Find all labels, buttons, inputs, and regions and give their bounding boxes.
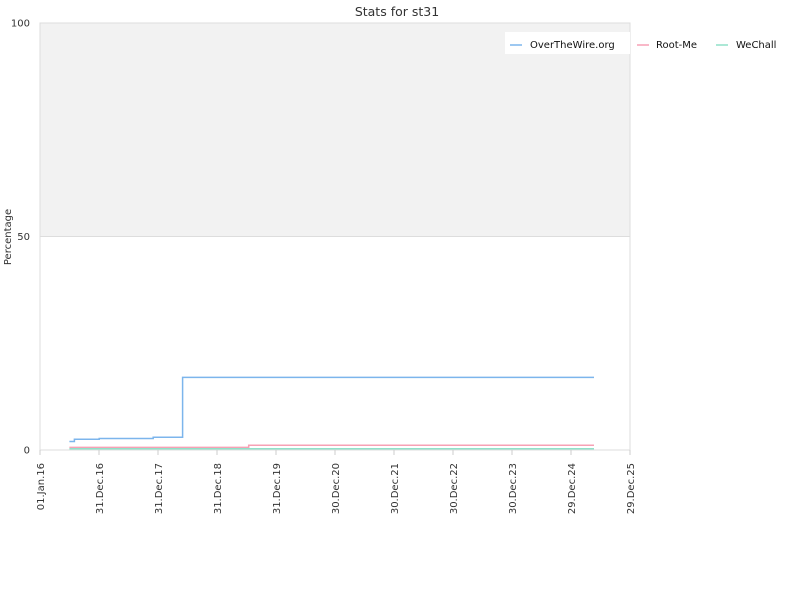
x-tick-label: 31.Dec.17 — [154, 463, 165, 514]
legend: OverTheWire.org Root-Me WeChall — [505, 32, 776, 54]
x-tick-label: 30.Dec.21 — [390, 463, 401, 514]
y-tick-label: 0 — [24, 446, 30, 457]
legend-item-2: WeChall — [736, 40, 776, 51]
x-tick-label: 29.Dec.24 — [567, 463, 578, 514]
y-axis-label: Percentage — [3, 209, 14, 265]
legend-item-0: OverTheWire.org — [530, 40, 615, 51]
series-line-0 — [69, 376, 594, 443]
x-tick-label: 31.Dec.19 — [272, 463, 283, 514]
plot-upper-band — [40, 23, 630, 237]
y-tick-label: 50 — [17, 232, 30, 243]
x-tick-label: 01.Jan.16 — [36, 463, 47, 510]
y-tick-label: 100 — [11, 19, 30, 30]
series-group — [69, 376, 594, 450]
x-tick-label: 31.Dec.18 — [213, 463, 224, 514]
chart-title: Stats for st31 — [355, 4, 439, 19]
chart: 0 50 100 01.Jan.16 31.Dec.16 31.Dec.17 31.Dec… — [3, 4, 776, 514]
series-line-1 — [69, 444, 594, 449]
x-tick-label: 30.Dec.20 — [331, 463, 342, 514]
x-tick-label: 30.Dec.22 — [449, 463, 460, 514]
x-tick-label: 30.Dec.23 — [508, 463, 519, 514]
x-axis: 01.Jan.16 31.Dec.16 31.Dec.17 31.Dec.18 31.D… — [36, 450, 637, 514]
x-tick-label: 29.Dec.25 — [626, 463, 637, 514]
x-tick-label: 31.Dec.16 — [95, 463, 106, 514]
legend-item-1: Root-Me — [656, 40, 697, 51]
